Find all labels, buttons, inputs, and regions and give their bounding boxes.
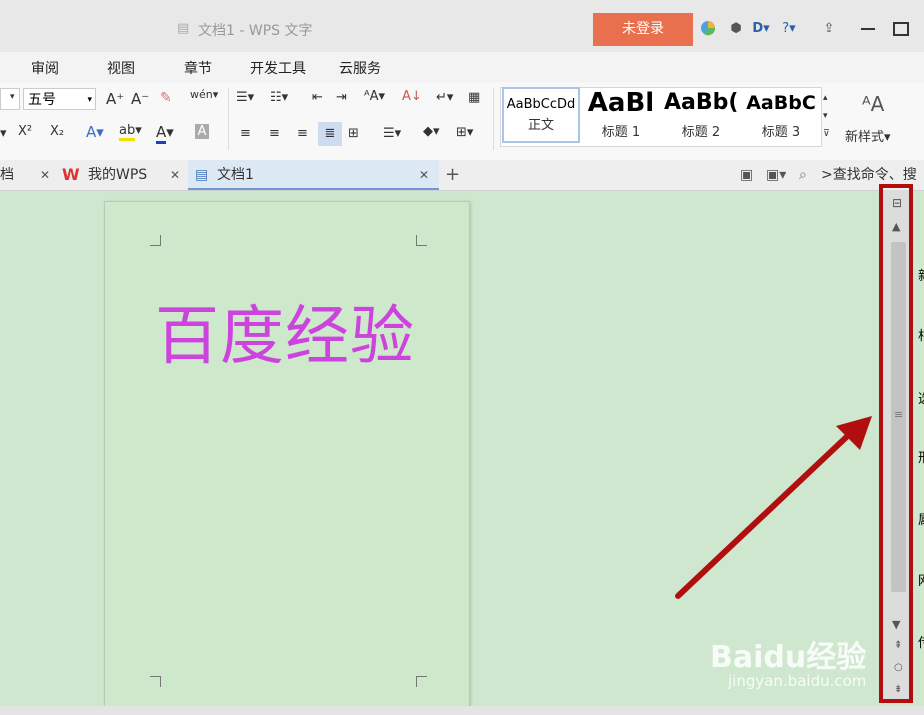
doc-assist-icon[interactable]: D▾ (752, 20, 770, 38)
grow-font-icon[interactable]: A⁺ (106, 90, 124, 108)
close-icon[interactable]: ✕ (170, 160, 180, 190)
search-icon: ⌕ (799, 167, 807, 183)
share-icon[interactable]: ⇪ (820, 20, 838, 38)
tab-partial-label: 档 (0, 167, 14, 183)
table-icon[interactable]: ▦ (468, 90, 480, 105)
login-button[interactable]: 未登录 (593, 13, 693, 46)
menu-developer[interactable]: 开发工具 (250, 58, 306, 78)
menu-section[interactable]: 章节 (184, 58, 212, 78)
screen-icon[interactable]: ▣▾ (766, 160, 786, 190)
underline-drop-icon[interactable]: ▾ (0, 126, 7, 141)
menu-view[interactable]: 视图 (107, 58, 135, 78)
tab-partial[interactable]: 档 (0, 160, 14, 190)
side-panel-item[interactable]: 相 (918, 325, 924, 344)
tab-my-wps[interactable]: 我的WPS (88, 160, 147, 190)
style-label: 标题 2 (681, 125, 721, 140)
window-title: 文档1 - WPS 文字 (198, 23, 313, 39)
text-size-icon[interactable]: ᴬA▾ (364, 89, 385, 104)
side-panel-item[interactable]: 选 (918, 388, 924, 407)
superscript-icon[interactable]: X² (18, 124, 32, 139)
margin-corner-mark (150, 676, 161, 687)
ribbon-separator (493, 88, 494, 150)
justify-icon[interactable]: ≣ (318, 122, 342, 146)
menu-bar (0, 52, 924, 82)
char-shading-icon[interactable]: A (195, 124, 209, 139)
document-icon: ▤ (177, 21, 190, 36)
distribute-icon[interactable]: ⊞ (348, 126, 359, 141)
browser-icon[interactable] (699, 20, 717, 38)
font-size-select[interactable]: 五号 ▾ (23, 88, 96, 110)
highlight-frame (879, 184, 913, 703)
style-preview: AaBbCcDd (506, 97, 576, 112)
document-text[interactable]: 百度经验 (155, 285, 415, 377)
minimize-button[interactable] (861, 28, 875, 30)
word-doc-icon: ▤ (195, 167, 209, 183)
indent-icon[interactable]: ⇥ (336, 90, 347, 105)
align-right-icon[interactable]: ≡ (297, 126, 308, 141)
line-spacing-icon[interactable]: ☰▾ (383, 126, 401, 141)
subscript-icon[interactable]: X₂ (50, 124, 64, 139)
side-panel-item[interactable]: 传 (918, 632, 924, 651)
side-panel-item[interactable]: 形 (918, 447, 924, 466)
sort-icon[interactable]: A↓ (402, 89, 422, 104)
new-style-label: 新样式 (845, 130, 885, 145)
side-panel-item[interactable]: 新 (918, 265, 924, 284)
baidu-watermark-url: jingyan.baidu.com (728, 672, 867, 690)
style-preview: AaBb( (664, 90, 738, 115)
shrink-font-icon[interactable]: A⁻ (131, 90, 149, 108)
ribbon-separator (228, 88, 229, 150)
help-icon[interactable]: ?▾ (780, 20, 798, 38)
new-tab-icon[interactable]: + (445, 160, 460, 190)
style-label: 正文 (527, 118, 554, 133)
shading-icon[interactable]: ◆▾ (423, 124, 440, 139)
align-center-icon[interactable]: ≡ (269, 126, 280, 141)
new-style-button[interactable]: 新样式▾ (845, 126, 891, 145)
close-icon[interactable]: ✕ (40, 160, 50, 190)
maximize-button[interactable] (893, 22, 909, 36)
bullets-icon[interactable]: ☰▾ (236, 90, 254, 105)
style-heading-1[interactable]: AaBl 标题 1 (584, 87, 658, 143)
font-color-icon[interactable]: A▾ (156, 123, 174, 144)
style-preview: AaBl (587, 88, 655, 118)
font-size-value: 五号 (28, 92, 56, 108)
close-icon[interactable]: ✕ (419, 160, 429, 190)
annotation-arrow (675, 416, 872, 599)
side-panel-item[interactable]: 属 (918, 509, 924, 528)
margin-corner-mark (150, 235, 161, 246)
menu-review[interactable]: 审阅 (31, 58, 59, 78)
menu-cloud[interactable]: 云服务 (339, 58, 381, 78)
style-label: 标题 3 (761, 125, 801, 140)
settings-icon[interactable]: ⬢ (727, 20, 745, 38)
pinyin-icon[interactable]: wén▾ (190, 88, 218, 101)
status-bar (0, 706, 924, 715)
tab-document1-label: 文档1 (217, 167, 254, 183)
border-icon[interactable]: ⊞▾ (456, 125, 473, 140)
wps-logo-icon: W (62, 165, 80, 184)
clear-format-icon[interactable]: ✎ (160, 90, 172, 106)
margin-corner-mark (416, 235, 427, 246)
numbering-icon[interactable]: ☷▾ (270, 90, 288, 105)
style-heading-2[interactable]: AaBb( 标题 2 (664, 87, 738, 143)
text-effect-icon[interactable]: A▾ (86, 123, 104, 141)
align-left-icon[interactable]: ≡ (240, 126, 251, 141)
styles-scroll-icon[interactable]: ▴ ▾ ⊽ (823, 89, 830, 143)
highlight-icon[interactable]: ab▾ (119, 123, 142, 141)
style-heading-3[interactable]: AaBbC 标题 3 (744, 87, 818, 143)
style-normal[interactable]: AaBbCcDd 正文 (502, 87, 580, 143)
style-label: 标题 1 (601, 125, 641, 140)
outdent-icon[interactable]: ⇤ (312, 90, 323, 105)
new-style-icon: ᴬA (862, 92, 885, 116)
side-panel-item[interactable]: 网 (918, 570, 924, 589)
document-page[interactable] (104, 201, 470, 715)
baidu-watermark: Baidu经验 (710, 640, 867, 675)
margin-corner-mark (416, 676, 427, 687)
present-icon[interactable]: ▣ (740, 160, 753, 190)
line-break-icon[interactable]: ↵▾ (436, 90, 453, 105)
font-name-select[interactable]: ▾ (0, 88, 20, 110)
style-preview: AaBbC (746, 92, 816, 114)
